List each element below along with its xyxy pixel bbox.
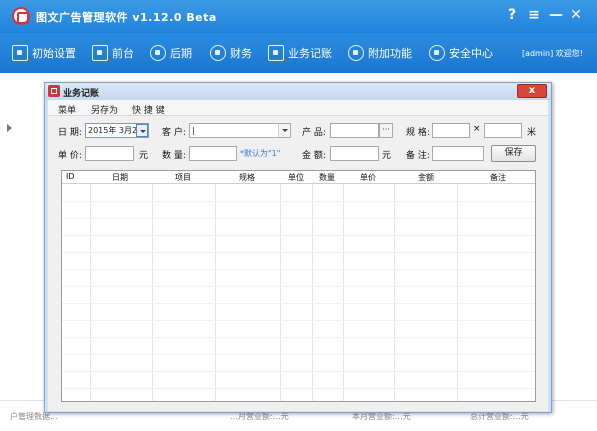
note-label: 备 注: — [406, 151, 430, 161]
toolbar-security-center[interactable]: 安全中心 — [429, 44, 493, 62]
dialog-title-bar[interactable]: 业务记账 x — [45, 83, 551, 100]
table-header: ID 日期 项目 规格 单位 数量 单价 金额 备注 — [62, 171, 535, 184]
main-toolbar: 初始设置 前台 后期 财务 业务记账 附加功能 安全中心 [admin] 欢迎您… — [0, 33, 597, 73]
amount-unit: 元 — [382, 151, 392, 161]
column-header-spec[interactable]: 规格 — [239, 172, 255, 183]
spec-unit: 米 — [527, 128, 537, 138]
quantity-hint: *默认为"1" — [240, 149, 281, 158]
toolbar-label: 附加功能 — [368, 47, 412, 60]
customer-value: | — [192, 126, 195, 135]
column-header-price[interactable]: 单价 — [360, 172, 376, 183]
app-logo-icon — [12, 7, 30, 25]
toolbar-finance[interactable]: 财务 — [210, 44, 252, 62]
quantity-field[interactable] — [189, 146, 237, 161]
column-header-item[interactable]: 项目 — [175, 172, 191, 183]
money-icon — [210, 45, 226, 61]
chevron-down-icon[interactable] — [278, 124, 290, 137]
shield-icon — [429, 45, 445, 61]
menu-item-shortcuts[interactable]: 快 捷 键 — [132, 103, 165, 116]
product-browse-button[interactable]: ··· — [379, 123, 393, 138]
column-header-quantity[interactable]: 数量 — [319, 172, 335, 183]
app-logo-icon — [48, 85, 60, 97]
column-header-note[interactable]: 备注 — [490, 172, 506, 183]
quantity-label: 数 量: — [162, 151, 186, 161]
date-label: 日 期: — [58, 128, 82, 138]
amount-label: 金 额: — [302, 151, 326, 161]
toolbar-post-production[interactable]: 后期 — [150, 44, 192, 62]
toolbar-label: 后期 — [170, 47, 192, 60]
dialog-body: 菜单 另存为 快 捷 键 日 期: 2015年 3月25日 客 户: | 产 品… — [48, 100, 548, 411]
monitor-icon — [92, 45, 108, 61]
business-accounting-dialog: 业务记账 x 菜单 另存为 快 捷 键 日 期: 2015年 3月25日 客 户… — [44, 82, 552, 413]
spec-width-field[interactable] — [432, 123, 470, 138]
menu-button[interactable]: ≡ — [525, 6, 543, 24]
date-picker[interactable]: 2015年 3月25日 — [85, 123, 149, 138]
help-button[interactable]: ? — [503, 6, 521, 24]
wave-icon — [150, 45, 166, 61]
note-field[interactable] — [432, 146, 484, 161]
close-button[interactable]: ✕ — [567, 6, 585, 24]
column-header-date[interactable]: 日期 — [112, 172, 128, 183]
column-header-unit[interactable]: 单位 — [288, 172, 304, 183]
toolbar-addons[interactable]: 附加功能 — [348, 44, 412, 62]
app-title: 图文广告管理软件 v1.12.0 Beta — [36, 11, 217, 24]
monitor-icon — [12, 45, 28, 61]
customer-select[interactable]: | — [189, 123, 291, 138]
toolbar-label: 前台 — [112, 47, 134, 60]
toolbar-label: 财务 — [230, 47, 252, 60]
menu-item-save-as[interactable]: 另存为 — [91, 103, 118, 116]
menu-item-menu[interactable]: 菜单 — [58, 103, 76, 116]
gear-icon — [348, 45, 364, 61]
product-label: 产 品: — [302, 128, 326, 138]
toolbar-initial-settings[interactable]: 初始设置 — [12, 44, 76, 62]
product-field[interactable] — [330, 123, 379, 138]
chevron-down-icon[interactable] — [136, 124, 148, 137]
app-title-bar: 图文广告管理软件 v1.12.0 Beta ? ≡ — ✕ — [0, 0, 597, 33]
price-field[interactable] — [85, 146, 134, 161]
customer-label: 客 户: — [162, 128, 186, 138]
price-label: 单 价: — [58, 151, 82, 161]
toolbar-label: 初始设置 — [32, 47, 76, 60]
minimize-button[interactable]: — — [547, 6, 565, 24]
expand-arrow-icon[interactable] — [7, 124, 12, 132]
column-header-id[interactable]: ID — [66, 172, 75, 181]
amount-field[interactable] — [330, 146, 379, 161]
records-table[interactable]: ID 日期 项目 规格 单位 数量 单价 金额 备注 — [61, 170, 536, 402]
user-greeting: [admin] 欢迎您! — [521, 49, 583, 58]
price-unit: 元 — [139, 151, 149, 161]
dialog-title: 业务记账 — [63, 89, 100, 99]
edit-icon — [268, 45, 284, 61]
times-sign: × — [473, 124, 481, 134]
dialog-close-button[interactable]: x — [517, 84, 547, 98]
toolbar-business-accounting[interactable]: 业务记账 — [268, 44, 332, 62]
column-header-amount[interactable]: 金额 — [418, 172, 434, 183]
toolbar-label: 安全中心 — [449, 47, 493, 60]
toolbar-front-desk[interactable]: 前台 — [92, 44, 134, 62]
toolbar-label: 业务记账 — [288, 47, 332, 60]
spec-height-field[interactable] — [484, 123, 522, 138]
dialog-menubar: 菜单 另存为 快 捷 键 — [48, 100, 548, 116]
spec-label: 规 格: — [406, 128, 430, 138]
save-button[interactable]: 保存 — [491, 145, 536, 162]
